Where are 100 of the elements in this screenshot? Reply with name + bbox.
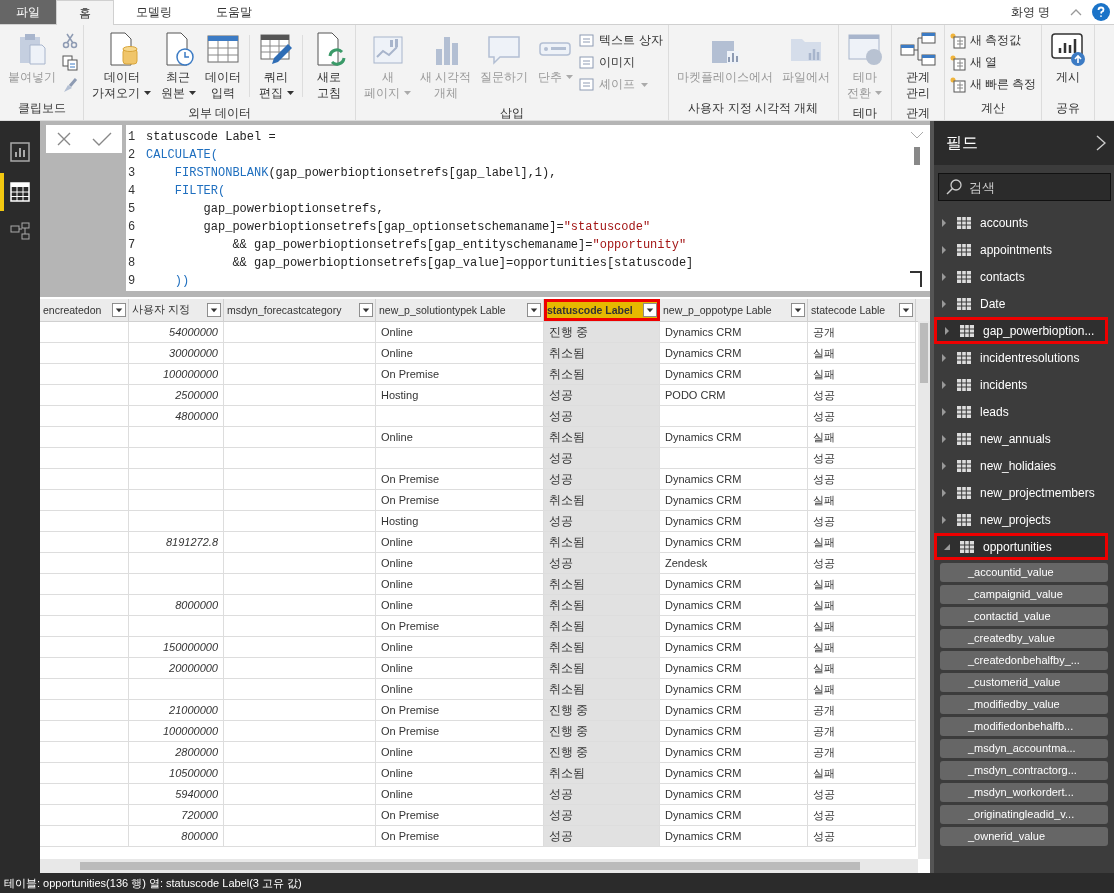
table-cell: 취소됨 — [544, 532, 660, 553]
formula-editor[interactable] — [126, 125, 930, 291]
table-cell: Online — [376, 658, 544, 679]
field-item[interactable]: _contactid_value — [940, 607, 1108, 626]
table-item[interactable]: new_holidaies — [934, 452, 1108, 479]
table-cell: Dynamics CRM — [660, 784, 808, 805]
dropdown-icon[interactable] — [643, 303, 657, 317]
caret-icon — [188, 91, 196, 95]
table-cell: Dynamics CRM — [660, 763, 808, 784]
copy-icon[interactable] — [62, 55, 78, 71]
ribbon-button[interactable]: 이미지 — [579, 53, 663, 72]
field-item[interactable]: _originatingleadid_v... — [940, 805, 1108, 824]
table-cell: 100000000 — [129, 721, 224, 742]
scrollbar-thumb[interactable] — [80, 862, 860, 870]
table-item[interactable]: Date — [934, 290, 1108, 317]
commit-icon[interactable] — [92, 131, 112, 147]
ribbon-button[interactable]: 새로 고침 — [308, 29, 350, 103]
ribbon-button[interactable]: 최근 원본 — [157, 29, 199, 103]
column-header[interactable]: statuscode Label — [544, 299, 660, 321]
table-cell: Dynamics CRM — [660, 805, 808, 826]
relation-icon — [899, 31, 936, 67]
ribbon-tab[interactable]: 모델링 — [114, 0, 194, 24]
table-item[interactable]: new_projects — [934, 506, 1108, 533]
table-item[interactable]: gap_powerbioption... — [934, 317, 1108, 344]
field-item[interactable]: _customerid_value — [940, 673, 1108, 692]
table-item[interactable]: appointments — [934, 236, 1108, 263]
table-cell: Online — [376, 742, 544, 763]
table-item[interactable]: opportunities — [934, 533, 1108, 560]
field-item[interactable]: _msdyn_accountma... — [940, 739, 1108, 758]
column-header[interactable]: 사용자 지정 — [129, 299, 224, 321]
table-cell: Dynamics CRM — [660, 574, 808, 595]
scrollbar-thumb[interactable] — [920, 323, 928, 383]
brush-icon[interactable] — [62, 77, 78, 93]
theme-icon — [846, 31, 883, 67]
table-item[interactable]: accounts — [934, 209, 1108, 236]
table-cell: Dynamics CRM — [660, 679, 808, 700]
expand-icon — [940, 353, 948, 362]
column-header[interactable]: msdyn_forecastcategory — [224, 299, 376, 321]
column-header[interactable]: new_p_oppotype Lable — [660, 299, 808, 321]
table-cell: Dynamics CRM — [660, 343, 808, 364]
expand-icon — [940, 272, 948, 281]
ribbon-button[interactable]: 데이터 가져오기 — [89, 29, 154, 103]
ribbon-button[interactable]: 관계 관리 — [896, 29, 939, 103]
search-field[interactable]: 검색 — [938, 173, 1111, 201]
ribbon-button[interactable]: 데이터 입력 — [202, 29, 244, 103]
field-item[interactable]: _modifiedby_value — [940, 695, 1108, 714]
dropdown-icon[interactable] — [359, 303, 373, 317]
column-header[interactable]: statecode Lable — [808, 299, 916, 321]
ribbon-button[interactable]: 게시 — [1047, 29, 1090, 87]
caret-icon — [144, 91, 151, 95]
dropdown-icon[interactable] — [527, 303, 541, 317]
chevron-icon[interactable] — [1096, 135, 1106, 151]
dropdown-icon[interactable] — [791, 303, 805, 317]
table-icon — [957, 216, 971, 229]
table-item[interactable]: leads — [934, 398, 1108, 425]
scrollbar-thumb[interactable] — [914, 147, 920, 165]
cancel-icon[interactable] — [56, 131, 72, 147]
table-item[interactable]: incidents — [934, 371, 1108, 398]
ribbon-tab[interactable]: 홈 — [56, 0, 114, 25]
code-line: FIRSTNONBLANK(gap_powerbioptionsetrefs[gap_label],1), — [173, 166, 557, 180]
table-cell: 실패 — [808, 658, 916, 679]
code-line: FILTER( — [173, 184, 226, 198]
table-cell: 취소됨 — [544, 574, 660, 595]
field-item[interactable]: _createdonbehalfby_... — [940, 651, 1108, 670]
ribbon-button[interactable]: 텍스트 상자 — [579, 31, 663, 50]
field-item[interactable]: _accountid_value — [940, 563, 1108, 582]
dropdown-icon[interactable] — [899, 303, 913, 317]
field-item[interactable]: _campaignid_value — [940, 585, 1108, 604]
field-item[interactable]: _ownerid_value — [940, 827, 1108, 846]
table-cell: 실패 — [808, 637, 916, 658]
ribbon-button[interactable]: 새 측정값 — [949, 31, 1037, 50]
table-cell: On Premise — [376, 490, 544, 511]
file-tab[interactable]: 파일 — [0, 0, 56, 24]
table-item[interactable]: new_projectmembers — [934, 479, 1108, 506]
table-item[interactable]: contacts — [934, 263, 1108, 290]
field-item[interactable]: _msdyn_contractorg... — [940, 761, 1108, 780]
ribbon-button[interactable]: 쿼리 편집 — [255, 29, 297, 103]
table-cell: 공개 — [808, 742, 916, 763]
table-cell: 성공 — [544, 826, 660, 847]
field-item[interactable]: _createdby_value — [940, 629, 1108, 648]
expand-icon — [940, 434, 948, 443]
ribbon-button[interactable]: 새 빠른 측정 — [949, 75, 1037, 94]
field-item[interactable]: _modifiedonbehalfb... — [940, 717, 1108, 736]
ribbon-tab[interactable]: 도움말 — [194, 0, 274, 24]
column-header[interactable]: new_p_solutiontypek Lable — [376, 299, 544, 321]
field-item[interactable]: _msdyn_workordert... — [940, 783, 1108, 802]
collapse-ribbon-icon[interactable] — [1070, 8, 1082, 16]
image-icon — [579, 54, 596, 71]
column-header[interactable]: encreatedon — [40, 299, 129, 321]
table-item[interactable]: new_annuals — [934, 425, 1108, 452]
expand-icon — [940, 515, 948, 524]
help-icon[interactable] — [1092, 3, 1110, 21]
scissors-icon[interactable] — [62, 33, 78, 49]
table-cell: On Premise — [376, 469, 544, 490]
table-item[interactable]: incidentresolutions — [934, 344, 1108, 371]
ribbon-button[interactable]: 새 열 — [949, 53, 1037, 72]
table-cell: Dynamics CRM — [660, 511, 808, 532]
dropdown-icon[interactable] — [112, 303, 126, 317]
dropdown-icon[interactable] — [207, 303, 221, 317]
table-cell: Online — [376, 784, 544, 805]
